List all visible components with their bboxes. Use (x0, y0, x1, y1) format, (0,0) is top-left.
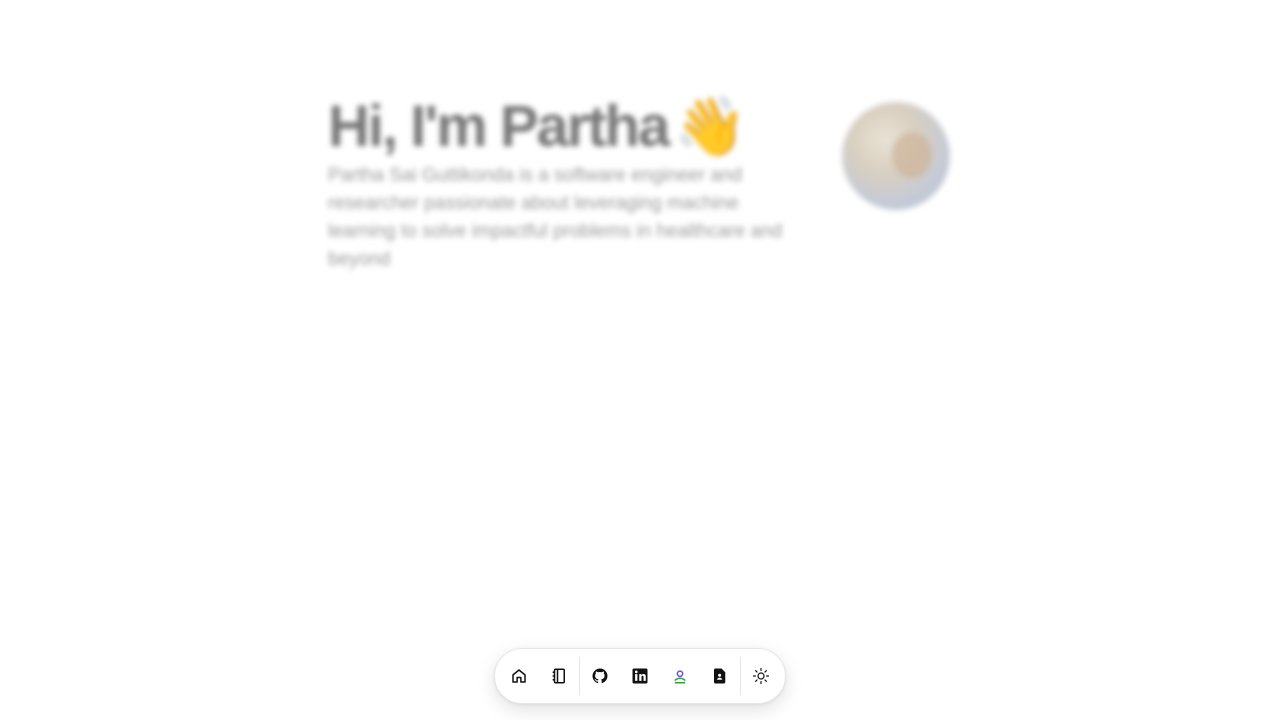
avatar (842, 102, 950, 210)
hero-description: Partha Sai Guttikonda is a software engi… (328, 165, 783, 270)
page: Hi, I'm Partha 👋 Partha Sai Guttikonda is… (0, 0, 1280, 720)
hero-section: Hi, I'm Partha 👋 Partha Sai Guttikonda is… (328, 92, 952, 282)
hero-text: Hi, I'm Partha 👋 Partha Sai Guttikonda is… (328, 92, 808, 274)
resume-icon (711, 667, 729, 685)
home-button[interactable] (499, 656, 539, 696)
theme-toggle-button[interactable] (741, 656, 781, 696)
github-button[interactable] (580, 656, 620, 696)
sun-icon (752, 667, 770, 685)
linkedin-icon (631, 667, 649, 685)
wave-emoji: 👋 (674, 94, 746, 159)
resume-button[interactable] (700, 656, 740, 696)
dock (494, 648, 786, 704)
linkedin-button[interactable] (620, 656, 660, 696)
github-icon (591, 667, 609, 685)
blog-button[interactable] (539, 656, 579, 696)
home-icon (510, 667, 528, 685)
notebook-icon (550, 667, 568, 685)
hero-title: Hi, I'm Partha 👋 (328, 92, 808, 162)
scholar-icon (671, 667, 689, 685)
scholar-button[interactable] (660, 656, 700, 696)
hero-title-text: Hi, I'm Partha (328, 94, 670, 159)
